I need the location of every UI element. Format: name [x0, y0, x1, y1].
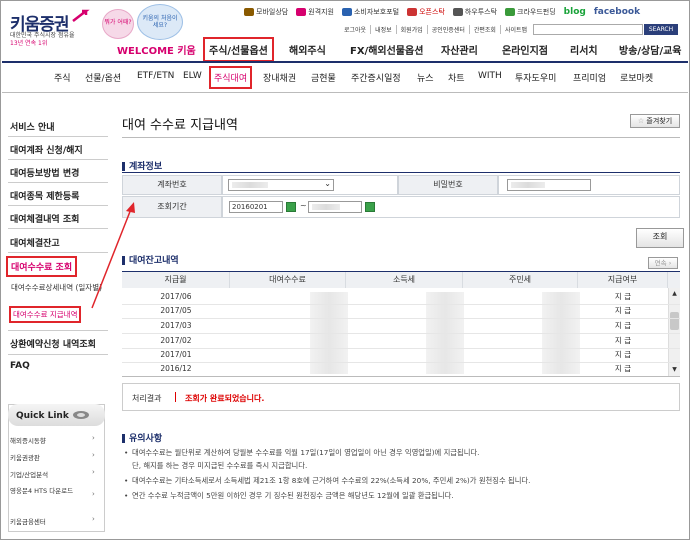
annotation-arrow [91, 202, 135, 309]
